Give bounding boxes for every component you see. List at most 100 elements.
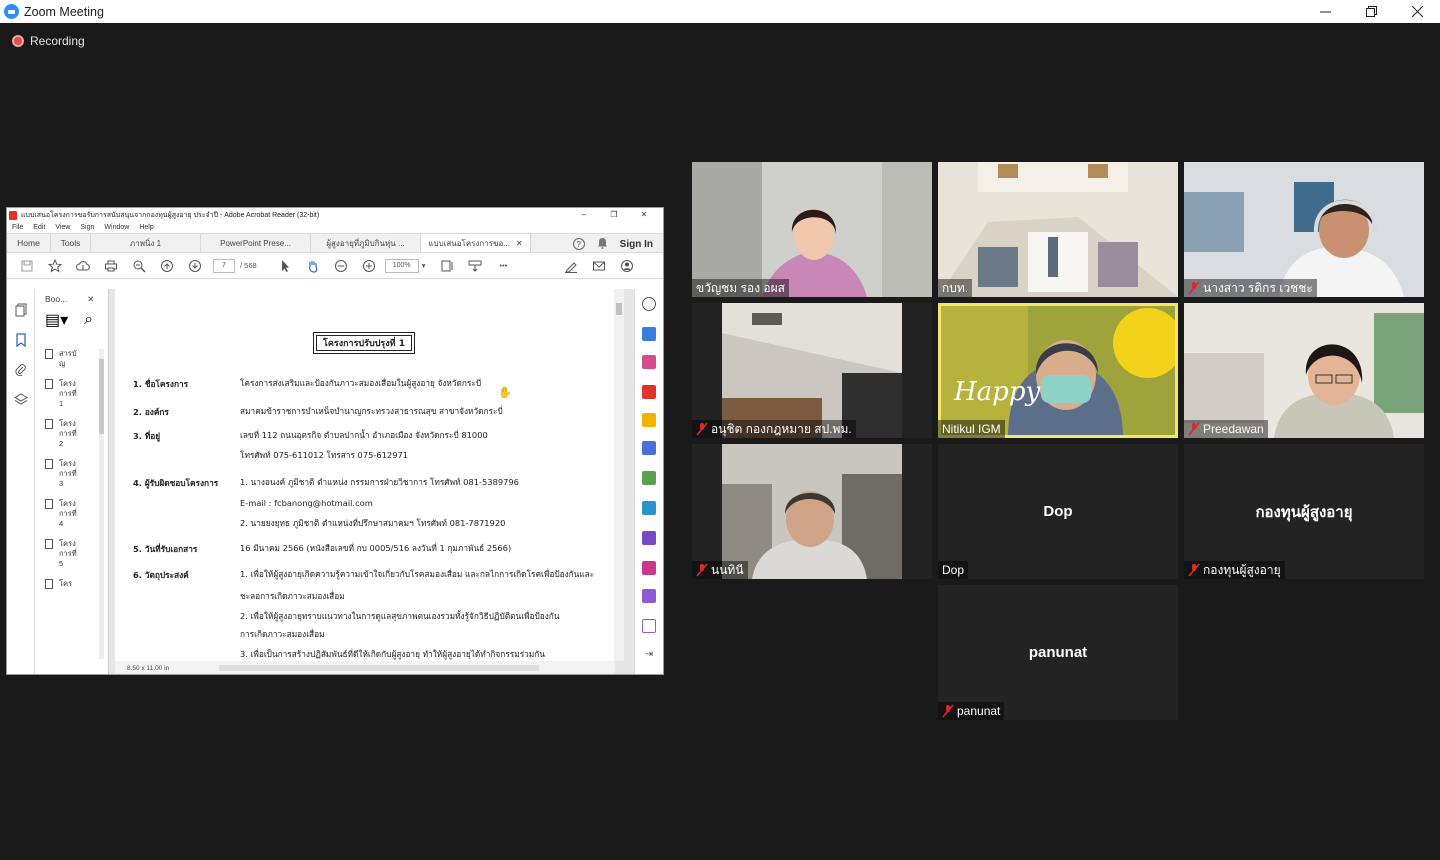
participant-tile[interactable]: อนุชิต กองกฎหมาย สป.พม. — [692, 303, 932, 438]
minimize-button[interactable] — [1302, 0, 1348, 23]
attachment-icon[interactable] — [14, 363, 28, 377]
fill-sign-icon[interactable] — [642, 531, 656, 545]
bookmark-flag-icon — [45, 499, 53, 509]
sign-pen-icon[interactable] — [557, 259, 585, 273]
menu-sign[interactable]: Sign — [80, 224, 94, 231]
protect-icon[interactable] — [642, 561, 656, 575]
page-down-icon[interactable] — [181, 259, 209, 273]
horizontal-scrollbar[interactable] — [219, 665, 540, 671]
minimize-icon — [1319, 11, 1331, 13]
create-pdf-icon[interactable] — [642, 385, 656, 399]
upload-cloud-icon[interactable] — [69, 259, 97, 273]
fit-page-icon[interactable] — [433, 259, 461, 273]
help-icon[interactable]: ? — [572, 238, 585, 250]
bookmark-item[interactable]: โคร — [45, 579, 105, 589]
participant-tile[interactable]: Dop Dop — [938, 444, 1178, 579]
send-signature-icon[interactable] — [642, 589, 656, 603]
bookmarks-scrollbar[interactable] — [99, 349, 104, 659]
bookmark-item[interactable]: โครงการที่ 2 — [45, 419, 105, 449]
participant-tile[interactable]: นางสาว รติกร เวชชะ — [1184, 162, 1424, 297]
search-zoom-icon[interactable] — [642, 297, 656, 311]
maximize-button[interactable] — [1348, 0, 1394, 23]
hand-cursor-icon: ✋ — [498, 386, 512, 399]
tab-close-icon[interactable]: ✕ — [516, 239, 523, 248]
doc-row: 3. ที่อยู่ เลขที่ 112 ถนนอุตรกิจ ตำบลปากน… — [133, 430, 488, 441]
select-cursor-icon[interactable] — [271, 259, 299, 273]
participant-tile[interactable]: กบท. — [938, 162, 1178, 297]
participant-display-name: Dop — [1043, 503, 1073, 520]
menu-window[interactable]: Window — [104, 224, 129, 231]
scan-ocr-icon[interactable] — [642, 501, 656, 515]
menu-edit[interactable]: Edit — [33, 224, 45, 231]
bookmark-options-icon[interactable]: ▤▾ — [45, 310, 68, 330]
participant-tile[interactable]: นนทินี — [692, 444, 932, 579]
shared-screen-acrobat: แบบเสนอโครงการขอรับการสนับสนุนจากกองทุนผ… — [6, 207, 664, 675]
bookmark-icon[interactable] — [14, 333, 28, 347]
recording-label: Recording — [30, 34, 85, 48]
pages-icon[interactable] — [14, 303, 28, 317]
scroll-mode-icon[interactable] — [461, 259, 489, 273]
more-tools-icon[interactable]: ••• — [489, 261, 517, 270]
combine-files-icon[interactable] — [642, 441, 656, 455]
save-icon[interactable] — [13, 259, 41, 273]
bookmark-item[interactable]: โครงการที่ 1 — [45, 379, 105, 409]
participant-tile-active-speaker[interactable]: Happy Nitikul IGM — [938, 303, 1178, 438]
tab-doc-1[interactable]: ภาพนิ่ง 1 — [91, 234, 201, 252]
zoom-level-select[interactable]: 100% — [384, 258, 419, 273]
tab-doc-3[interactable]: ผู้สูงอายุที่ภูมิบกินหุ่น ... — [311, 234, 421, 252]
close-button[interactable] — [1394, 0, 1440, 23]
export-pdf-icon[interactable] — [642, 327, 656, 341]
tab-tools[interactable]: Tools — [51, 234, 91, 252]
zoom-dropdown-icon[interactable]: ▾ — [422, 261, 426, 270]
bell-icon[interactable] — [597, 237, 608, 251]
menu-file[interactable]: File — [12, 224, 23, 231]
zoom-in-icon[interactable] — [355, 259, 383, 273]
doc-row: 2. องค์กร สมาคมข้าราชการบำเหน็จบำนาญกระทร… — [133, 406, 503, 417]
acrobat-minimize-button[interactable]: – — [569, 208, 599, 222]
bookmarks-close-icon[interactable]: ✕ — [87, 294, 94, 305]
bookmark-search-icon[interactable]: ⌕ — [84, 311, 93, 329]
email-icon[interactable] — [585, 259, 613, 273]
tab-doc-2[interactable]: PowerPoint Prese... — [201, 234, 311, 252]
participant-tile[interactable]: Preedawan — [1184, 303, 1424, 438]
menu-view[interactable]: View — [55, 224, 70, 231]
doc-row: 1. ชื่อโครงการ โครงการส่งเสริมและป้องกันภ… — [133, 378, 482, 389]
organize-pages-icon[interactable] — [642, 355, 656, 369]
comment-icon[interactable] — [642, 413, 656, 427]
zoom-out-icon[interactable] — [327, 259, 355, 273]
doc-row: การเกิดภาวะสมองเสื่อม — [240, 629, 325, 639]
participant-display-name: กองทุนผู้สูงอายุ — [1255, 503, 1353, 521]
collapse-panel-icon[interactable]: ⇥ — [642, 649, 656, 663]
doc-row: 4. ผู้รับผิดชอบโครงการ 1. นางอนงค์ ภูมิชา… — [133, 477, 519, 488]
print-icon[interactable] — [97, 259, 125, 273]
bookmark-item[interactable]: โครงการที่ 4 — [45, 499, 105, 529]
sign-in-button[interactable]: Sign In — [620, 239, 653, 250]
bookmark-item[interactable]: โครงการที่ 5 — [45, 539, 105, 569]
acrobat-maximize-button[interactable]: ❐ — [599, 208, 629, 222]
participant-tile[interactable]: panunat panunat — [938, 585, 1178, 720]
edit-pdf-icon[interactable] — [642, 619, 656, 633]
bookmark-star-icon[interactable] — [41, 258, 69, 273]
doc-row: 2. นายยงยุทธ ภูมิชาติ ตำแหน่งที่ปรึกษาสม… — [240, 518, 506, 528]
zoom-out-search-icon[interactable] — [125, 259, 153, 273]
participant-tile[interactable]: ขวัญชม รอง อผส — [692, 162, 932, 297]
participant-tile[interactable]: กองทุนผู้สูงอายุ กองทุนผู้สูงอายุ — [1184, 444, 1424, 579]
layers-icon[interactable] — [14, 393, 28, 407]
tab-doc-4[interactable]: แบบเสนอโครงการขอ... ✕ — [421, 234, 531, 252]
menu-help[interactable]: Help — [139, 224, 153, 231]
page-number-input[interactable]: 7 — [213, 258, 235, 273]
participant-name-label: Dop — [938, 561, 969, 579]
acrobat-close-button[interactable]: ✕ — [629, 208, 659, 222]
page-up-icon[interactable] — [153, 259, 181, 273]
page-size-label: 8.50 x 11.00 in — [127, 664, 170, 672]
bookmark-item[interactable]: โครงการที่ 3 — [45, 459, 105, 489]
share-user-icon[interactable] — [613, 259, 641, 273]
page-scrollbar[interactable] — [614, 289, 624, 661]
tab-home[interactable]: Home — [7, 234, 51, 252]
compress-pdf-icon[interactable] — [642, 471, 656, 485]
acrobat-toolbar: 7 / 568 100% ▾ ••• — [7, 253, 663, 279]
hand-tool-icon[interactable] — [299, 259, 327, 273]
participant-name-label: อนุชิต กองกฎหมาย สป.พม. — [692, 420, 856, 438]
recording-indicator[interactable]: Recording — [12, 34, 85, 48]
bookmark-item[interactable]: สารบัญ — [45, 349, 105, 369]
